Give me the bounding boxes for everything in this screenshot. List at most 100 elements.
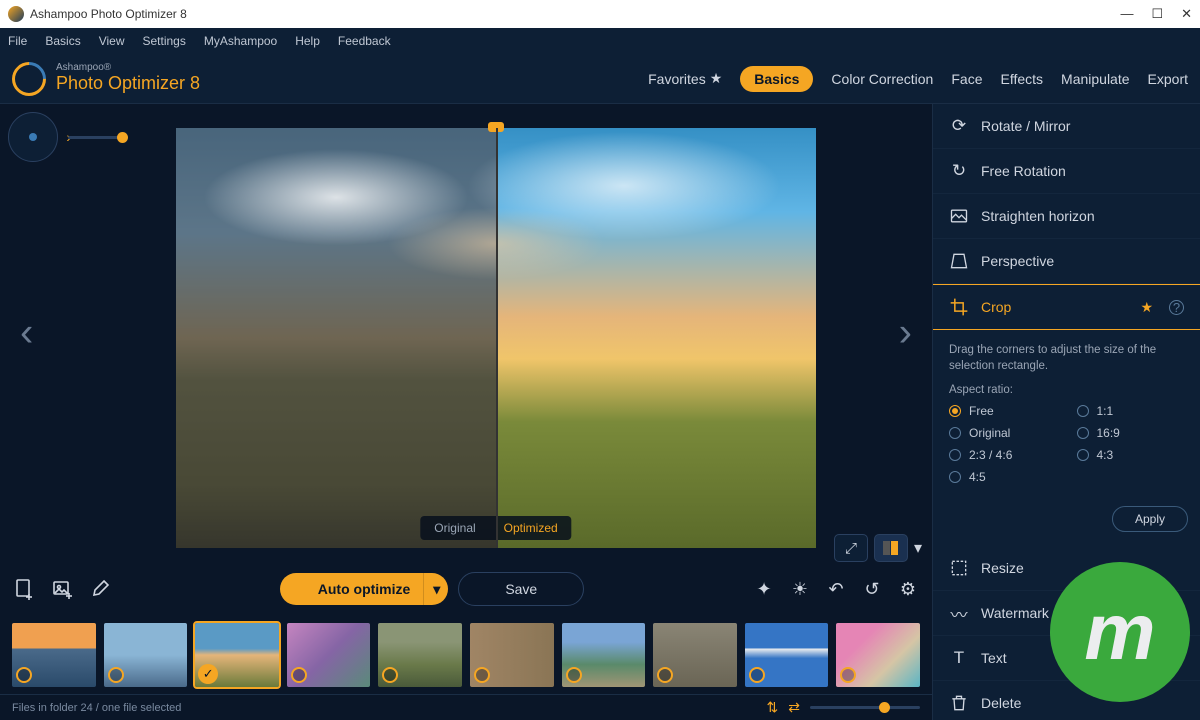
filmstrip: ✓ [0,616,932,694]
aspect-ratio-label: Aspect ratio: [949,384,1184,396]
crop-panel: Drag the corners to adjust the size of t… [933,330,1200,496]
free-rotate-icon: ↻ [949,161,969,181]
sidebar-item-rotate[interactable]: ⟳ Rotate / Mirror [933,104,1200,149]
image-stage: ‹ Original Optimized › ⤢ ▾ [0,104,932,562]
menu-basics[interactable]: Basics [45,34,80,48]
thumbnail[interactable] [104,623,188,687]
history-icon[interactable]: ↺ [860,577,884,601]
tab-effects[interactable]: Effects [1000,71,1043,87]
close-button[interactable]: ✕ [1181,6,1192,22]
menu-view[interactable]: View [99,34,125,48]
aspect-16-9[interactable]: 16:9 [1077,426,1185,440]
compare-mode-button[interactable] [874,534,908,562]
app-icon [8,6,24,22]
minimize-button[interactable]: — [1120,6,1133,22]
chevron-down-icon[interactable]: ▾ [423,573,449,605]
tab-favorites[interactable]: Favorites ★ [648,70,722,87]
aspect-1-1[interactable]: 1:1 [1077,404,1185,418]
pan-wheel[interactable]: › [8,112,58,162]
brand-top: Ashampoo® [56,63,200,73]
brand-name: Photo Optimizer 8 [56,73,200,93]
sidebar-item-crop[interactable]: Crop ★ ? [933,284,1200,330]
tools-sidebar: ⟳ Rotate / Mirror ↻ Free Rotation Straig… [932,104,1200,720]
resize-icon [949,558,969,578]
thumbnail[interactable] [378,623,462,687]
sidebar-item-watermark[interactable]: 〰 Watermark [933,591,1200,636]
aspect-free[interactable]: Free [949,404,1057,418]
sidebar-item-text[interactable]: T Text [933,636,1200,681]
perspective-icon [949,251,969,271]
status-bar: Files in folder 24 / one file selected ⇅… [0,694,932,720]
thumbnail[interactable] [12,623,96,687]
menu-feedback[interactable]: Feedback [338,34,391,48]
undo-icon[interactable]: ↶ [824,577,848,601]
add-file-icon[interactable] [12,577,36,601]
tab-color-correction[interactable]: Color Correction [831,71,933,87]
wand-icon[interactable]: ✦ [752,577,776,601]
tab-export[interactable]: Export [1148,71,1188,87]
save-button[interactable]: Save [458,572,584,606]
compare-divider[interactable] [496,128,498,548]
star-icon: ★ [710,70,723,87]
aspect-4-3[interactable]: 4:3 [1077,448,1185,462]
sidebar-item-resize[interactable]: Resize [933,546,1200,591]
watermark-icon: 〰 [949,603,969,623]
window-title: Ashampoo Photo Optimizer 8 [30,7,187,21]
thumbnail[interactable] [287,623,371,687]
app-header: Ashampoo® Photo Optimizer 8 Favorites ★ … [0,54,1200,104]
view-mode-dropdown[interactable]: ▾ [914,538,922,558]
main-tabs: Favorites ★ Basics Color Correction Face… [648,66,1188,92]
menu-settings[interactable]: Settings [142,34,185,48]
logo-icon [5,54,53,102]
window-titlebar: Ashampoo Photo Optimizer 8 — ☐ ✕ [0,0,1200,28]
thumbnail[interactable] [836,623,920,687]
sidebar-item-delete[interactable]: Delete [933,681,1200,720]
trash-icon [949,693,969,713]
apply-button[interactable]: Apply [1112,506,1188,532]
aspect-original[interactable]: Original [949,426,1057,440]
swap-icon[interactable]: ⇄ [788,699,800,716]
rotate-icon: ⟳ [949,116,969,136]
crop-icon [949,297,969,317]
sidebar-item-straighten[interactable]: Straighten horizon [933,194,1200,239]
horizon-icon [949,206,969,226]
thumbnail[interactable] [745,623,829,687]
brush-icon[interactable] [88,577,112,601]
thumbnail-size-slider[interactable] [810,706,920,709]
menu-help[interactable]: Help [295,34,320,48]
menu-file[interactable]: File [8,34,27,48]
help-icon[interactable]: ? [1169,300,1184,315]
thumbnail[interactable] [562,623,646,687]
tab-manipulate[interactable]: Manipulate [1061,71,1130,87]
sidebar-item-perspective[interactable]: Perspective [933,239,1200,284]
prev-image-button[interactable]: ‹ [20,311,33,356]
menu-myashampoo[interactable]: MyAshampoo [204,34,277,48]
auto-optimize-button[interactable]: Auto optimize ▾ [280,573,449,605]
label-original: Original [420,516,489,540]
tab-basics[interactable]: Basics [740,66,813,92]
main-toolbar: Auto optimize ▾ Save ✦ ☀ ↶ ↺ ⚙ [0,562,932,616]
photo-preview[interactable]: Original Optimized [176,128,816,548]
thumbnail[interactable]: ✓ [195,623,279,687]
thumbnail[interactable] [470,623,554,687]
zoom-slider[interactable] [68,136,128,139]
sidebar-item-free-rotation[interactable]: ↻ Free Rotation [933,149,1200,194]
check-icon: ✓ [198,664,218,684]
aspect-4-5[interactable]: 4:5 [949,470,1057,484]
next-image-button[interactable]: › [899,311,912,356]
app-logo: Ashampoo® Photo Optimizer 8 [12,62,200,96]
menu-bar: File Basics View Settings MyAshampoo Hel… [0,28,1200,54]
add-folder-icon[interactable] [50,577,74,601]
star-icon[interactable]: ★ [1140,299,1153,316]
text-icon: T [949,648,969,668]
sort-icon[interactable]: ⇅ [767,699,779,716]
aspect-2-3[interactable]: 2:3 / 4:6 [949,448,1057,462]
status-text: Files in folder 24 / one file selected [12,702,181,714]
maximize-button[interactable]: ☐ [1151,6,1163,22]
settings-icon[interactable]: ⚙ [896,577,920,601]
fullscreen-button[interactable]: ⤢ [834,534,868,562]
tab-face[interactable]: Face [951,71,982,87]
label-optimized: Optimized [490,516,572,540]
thumbnail[interactable] [653,623,737,687]
brightness-icon[interactable]: ☀ [788,577,812,601]
